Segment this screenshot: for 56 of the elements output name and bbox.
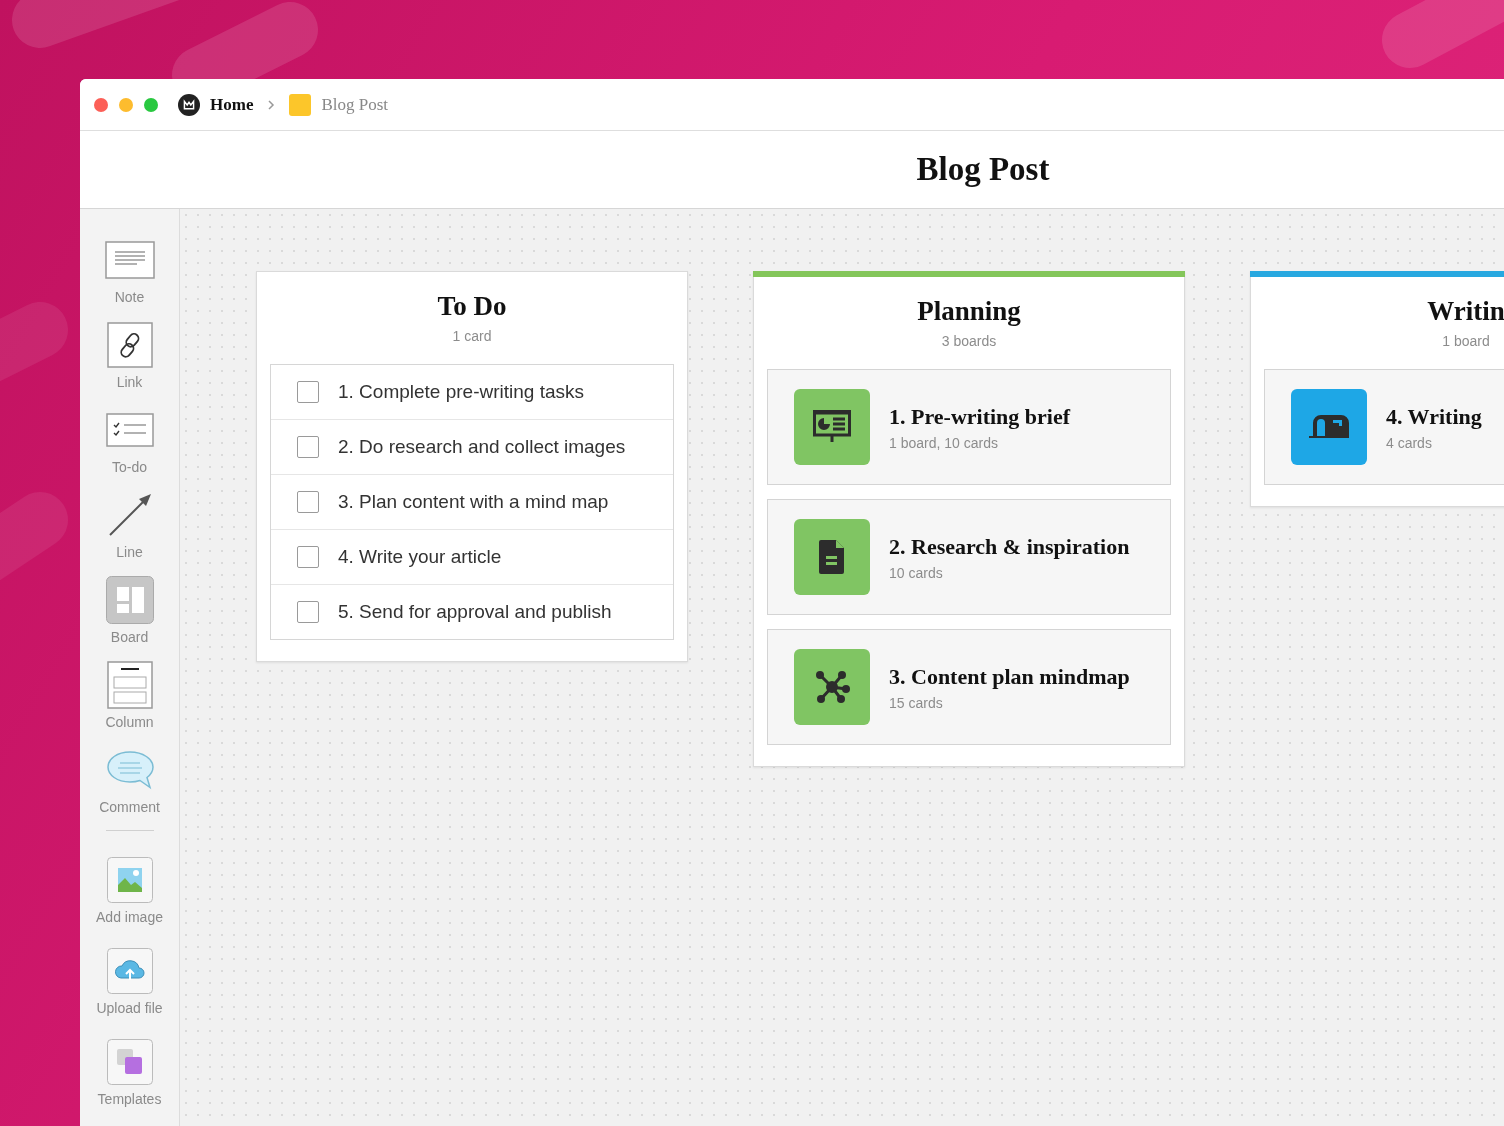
tool-button[interactable]: Link — [81, 318, 178, 404]
minimize-button[interactable] — [119, 97, 133, 112]
column-title: Writin — [1427, 297, 1504, 327]
checklist-icon — [105, 413, 154, 448]
board-title-text: 2. Research & inspiration — [889, 533, 1130, 560]
tool-button[interactable]: Templates — [81, 1035, 178, 1126]
checkbox[interactable] — [297, 601, 319, 623]
link-icon — [106, 322, 153, 368]
board-icon — [289, 93, 312, 116]
checkbox[interactable] — [297, 381, 319, 403]
board-meta: 15 cards — [889, 694, 944, 711]
image-icon — [106, 857, 153, 904]
board-meta: 4 cards — [1386, 434, 1433, 451]
speech-bubble-icon — [105, 750, 154, 791]
chevron-icon — [267, 98, 276, 111]
logo-icon — [178, 93, 200, 116]
checkbox[interactable] — [297, 546, 319, 568]
board-title-text: 4. Writing — [1386, 403, 1482, 430]
todo-text: 4. Write your article — [338, 546, 502, 568]
checkbox[interactable] — [297, 491, 319, 513]
board-meta: 10 cards — [889, 564, 944, 581]
tool-button[interactable]: To-do — [81, 403, 178, 489]
column-count: 3 boards — [941, 332, 997, 349]
board-card[interactable]: 3. Content plan mindmap 15 cards — [767, 629, 1171, 745]
board-title: Blog Post — [916, 151, 1050, 188]
todo-text: 3. Plan content with a mind map — [338, 491, 609, 513]
tool-button[interactable]: Comment — [81, 743, 178, 829]
tool-button[interactable]: Note — [81, 233, 178, 318]
board-card[interactable]: 1. Pre-writing brief 1 board, 10 cards — [767, 369, 1171, 485]
tool-button[interactable]: Add image — [81, 853, 178, 945]
column-title: Planning — [917, 297, 1021, 327]
zoom-button[interactable] — [144, 97, 158, 112]
board-meta: 1 board, 10 cards — [889, 434, 999, 451]
breadcrumb-link[interactable]: Blog Post — [289, 92, 389, 117]
column-count: 1 board — [1442, 332, 1490, 349]
tool-button[interactable]: Upload file — [81, 944, 178, 1035]
todo-text: 2. Do research and collect images — [338, 436, 626, 458]
column-title: To Do — [437, 292, 507, 322]
todo-text: 5. Send for approval and publish — [338, 601, 612, 623]
board-title-text: 3. Content plan mindmap — [889, 663, 1130, 690]
templates-icon — [106, 1039, 153, 1085]
tool-button[interactable]: Board — [81, 573, 178, 659]
todo-text: 1. Complete pre-writing tasks — [338, 381, 585, 403]
board-title-text: 1. Pre-writing brief — [889, 403, 1071, 430]
tool-button[interactable]: Line — [81, 488, 178, 574]
tool-button[interactable]: Column — [81, 658, 178, 744]
column-count: 1 card — [452, 327, 492, 344]
board-card[interactable]: 2. Research & inspiration 10 cards — [767, 499, 1171, 615]
note-icon — [104, 241, 155, 279]
board-card[interactable]: 4. Writing 4 cards — [1264, 369, 1504, 485]
breadcrumb-link[interactable]: Home — [178, 92, 254, 117]
board-icon — [105, 576, 154, 625]
close-button[interactable] — [94, 97, 108, 112]
cloud-upload-icon — [106, 948, 153, 995]
column-icon — [106, 661, 153, 710]
checkbox[interactable] — [297, 436, 319, 458]
